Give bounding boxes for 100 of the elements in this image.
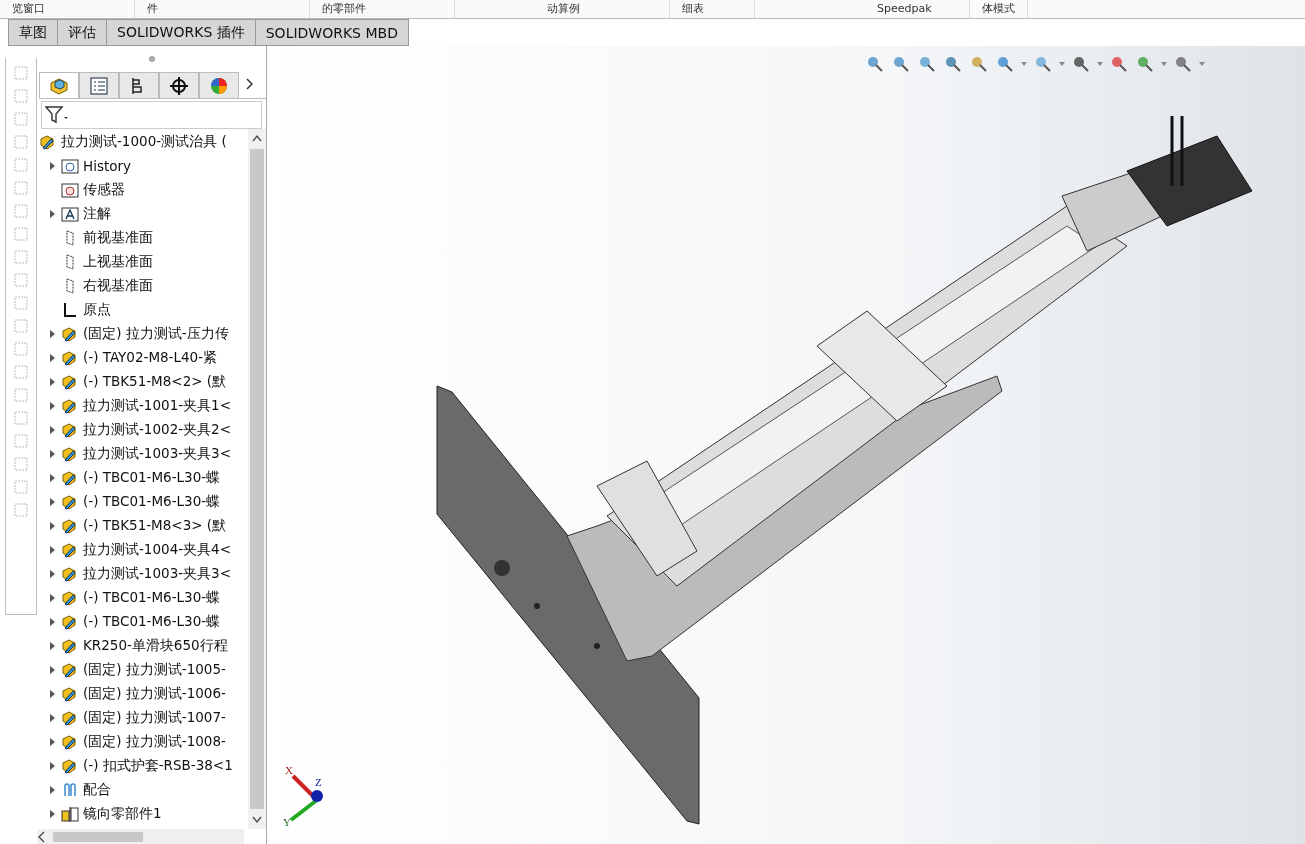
filter-field[interactable] [41, 101, 262, 129]
command-tab[interactable]: SOLIDWORKS 插件 [107, 19, 256, 46]
component-icon [61, 710, 79, 726]
tree-item[interactable]: (-) TBC01-M6-L30-蝶 [37, 586, 248, 610]
tree-item[interactable]: (-) 扣式护套-RSB-38<1 [37, 754, 248, 778]
command-tab[interactable]: 评估 [58, 19, 107, 46]
expand-arrow-icon[interactable] [49, 474, 55, 482]
expand-arrow-icon[interactable] [49, 378, 55, 386]
origin-icon [61, 302, 79, 318]
manager-tab[interactable] [159, 72, 199, 98]
axis-label: Z [315, 776, 322, 788]
expand-arrow-icon[interactable] [49, 666, 55, 674]
tree-item[interactable]: (-) TBC01-M6-L30-蝶 [37, 490, 248, 514]
tree-item[interactable]: 传感器 [37, 178, 248, 202]
expand-arrow-icon[interactable] [49, 162, 55, 170]
dropdown-arrow-icon[interactable] [1059, 62, 1065, 66]
expand-arrow-icon[interactable] [49, 762, 55, 770]
tree-item[interactable]: 右视基准面 [37, 274, 248, 298]
tree-item[interactable]: History [37, 154, 248, 178]
command-tab[interactable]: SOLIDWORKS MBD [255, 19, 409, 46]
tree-item[interactable]: (固定) 拉力测试-1006- [37, 682, 248, 706]
tree-item[interactable]: KR250-单滑块650行程 [37, 634, 248, 658]
ribbon-label[interactable]: 动算例 [535, 0, 670, 18]
feature-tree-icon [49, 76, 69, 95]
tree-item[interactable]: (-) TBK51-M8<3> (默 [37, 514, 248, 538]
dropdown-arrow-icon[interactable] [1097, 62, 1103, 66]
expand-arrow-icon[interactable] [49, 546, 55, 554]
component-icon [61, 590, 79, 606]
folder-icon [61, 158, 79, 174]
expand-arrow-icon[interactable] [49, 330, 55, 338]
ribbon-label[interactable]: 览窗口 [0, 0, 135, 18]
expand-arrow-icon[interactable] [49, 690, 55, 698]
tree-item[interactable]: (-) TBC01-M6-L30-蝶 [37, 466, 248, 490]
ribbon-label[interactable]: 的零部件 [310, 0, 455, 18]
tree-item[interactable]: 拉力测试-1001-夹具1< [37, 394, 248, 418]
tree-item[interactable]: 注解 [37, 202, 248, 226]
expand-arrow-icon[interactable] [49, 210, 55, 218]
dropdown-arrow-icon[interactable] [1161, 62, 1167, 66]
tree-item[interactable]: 拉力测试-1000-测试治具 ( [37, 130, 248, 154]
component-icon [61, 638, 79, 654]
tree-item[interactable]: 配合 [37, 778, 248, 802]
expand-arrow-icon[interactable] [49, 498, 55, 506]
tree-item[interactable]: (-) TBK51-M8<2> (默 [37, 370, 248, 394]
expand-arrow-icon[interactable] [49, 642, 55, 650]
expand-arrow-icon[interactable] [49, 570, 55, 578]
dropdown-arrow-icon[interactable] [1199, 62, 1205, 66]
tree-item[interactable]: 拉力测试-1004-夹具4< [37, 538, 248, 562]
axis-label: X [285, 764, 293, 776]
component-icon [61, 758, 79, 774]
component-icon [61, 374, 79, 390]
expand-arrow-icon[interactable] [49, 402, 55, 410]
expand-arrow-icon[interactable] [49, 618, 55, 626]
tree-item[interactable]: 上视基准面 [37, 250, 248, 274]
expand-arrow-icon[interactable] [49, 786, 55, 794]
filter-icon[interactable] [45, 105, 69, 125]
tree-item[interactable]: (-) TAY02-M8-L40-紧 [37, 346, 248, 370]
tree-item[interactable]: (固定) 拉力测试-1008- [37, 730, 248, 754]
ribbon-label[interactable]: 体模式 [970, 0, 1028, 18]
list-icon [89, 76, 109, 95]
expand-arrow-icon[interactable] [49, 594, 55, 602]
expand-arrow-icon[interactable] [49, 738, 55, 746]
tree-item[interactable]: 原点 [37, 298, 248, 322]
tree-item[interactable]: 拉力测试-1003-夹具3< [37, 442, 248, 466]
tree-item[interactable]: (固定) 拉力测试-1005- [37, 658, 248, 682]
ribbon-label[interactable]: 件 [135, 0, 310, 18]
zoom-to-fit-icon[interactable] [865, 54, 885, 74]
manager-tab[interactable] [119, 72, 159, 98]
tree-item[interactable]: (固定) 拉力测试-压力传 [37, 322, 248, 346]
expand-arrow-icon[interactable] [49, 450, 55, 458]
expand-arrow-icon[interactable] [49, 522, 55, 530]
annotation-icon [61, 206, 79, 222]
component-icon [61, 350, 79, 366]
panel-grip[interactable] [148, 56, 155, 62]
scrollbar-thumb[interactable] [53, 832, 143, 842]
component-icon [61, 326, 79, 342]
zoom-area-icon[interactable] [891, 54, 911, 74]
component-icon [61, 686, 79, 702]
tree-item[interactable]: (固定) 拉力测试-1007- [37, 706, 248, 730]
expand-arrow-icon[interactable] [49, 354, 55, 362]
expand-arrow-icon[interactable] [49, 426, 55, 434]
tree-item[interactable]: 拉力测试-1003-夹具3< [37, 562, 248, 586]
ribbon-label[interactable]: Speedpak [865, 0, 970, 18]
scrollbar-thumb[interactable] [250, 149, 264, 809]
component-icon [61, 614, 79, 630]
ribbon-label[interactable]: 细表 [670, 0, 755, 18]
component-icon [61, 470, 79, 486]
component-icon [61, 398, 79, 414]
tree-item[interactable]: 前视基准面 [37, 226, 248, 250]
tree-item[interactable]: 拉力测试-1002-夹具2< [37, 418, 248, 442]
component-icon [61, 566, 79, 582]
folder-icon [61, 182, 79, 198]
expand-arrow-icon[interactable] [49, 714, 55, 722]
component-icon [61, 422, 79, 438]
command-tab[interactable]: 草图 [8, 19, 58, 46]
component-icon [61, 518, 79, 534]
tree-item[interactable]: 镜向零部件1 [37, 802, 248, 826]
tree-item[interactable]: (-) TBC01-M6-L30-蝶 [37, 610, 248, 634]
expand-arrow-icon[interactable] [49, 810, 55, 818]
dropdown-arrow-icon[interactable] [1021, 62, 1027, 66]
mirror-component-icon [61, 806, 79, 822]
